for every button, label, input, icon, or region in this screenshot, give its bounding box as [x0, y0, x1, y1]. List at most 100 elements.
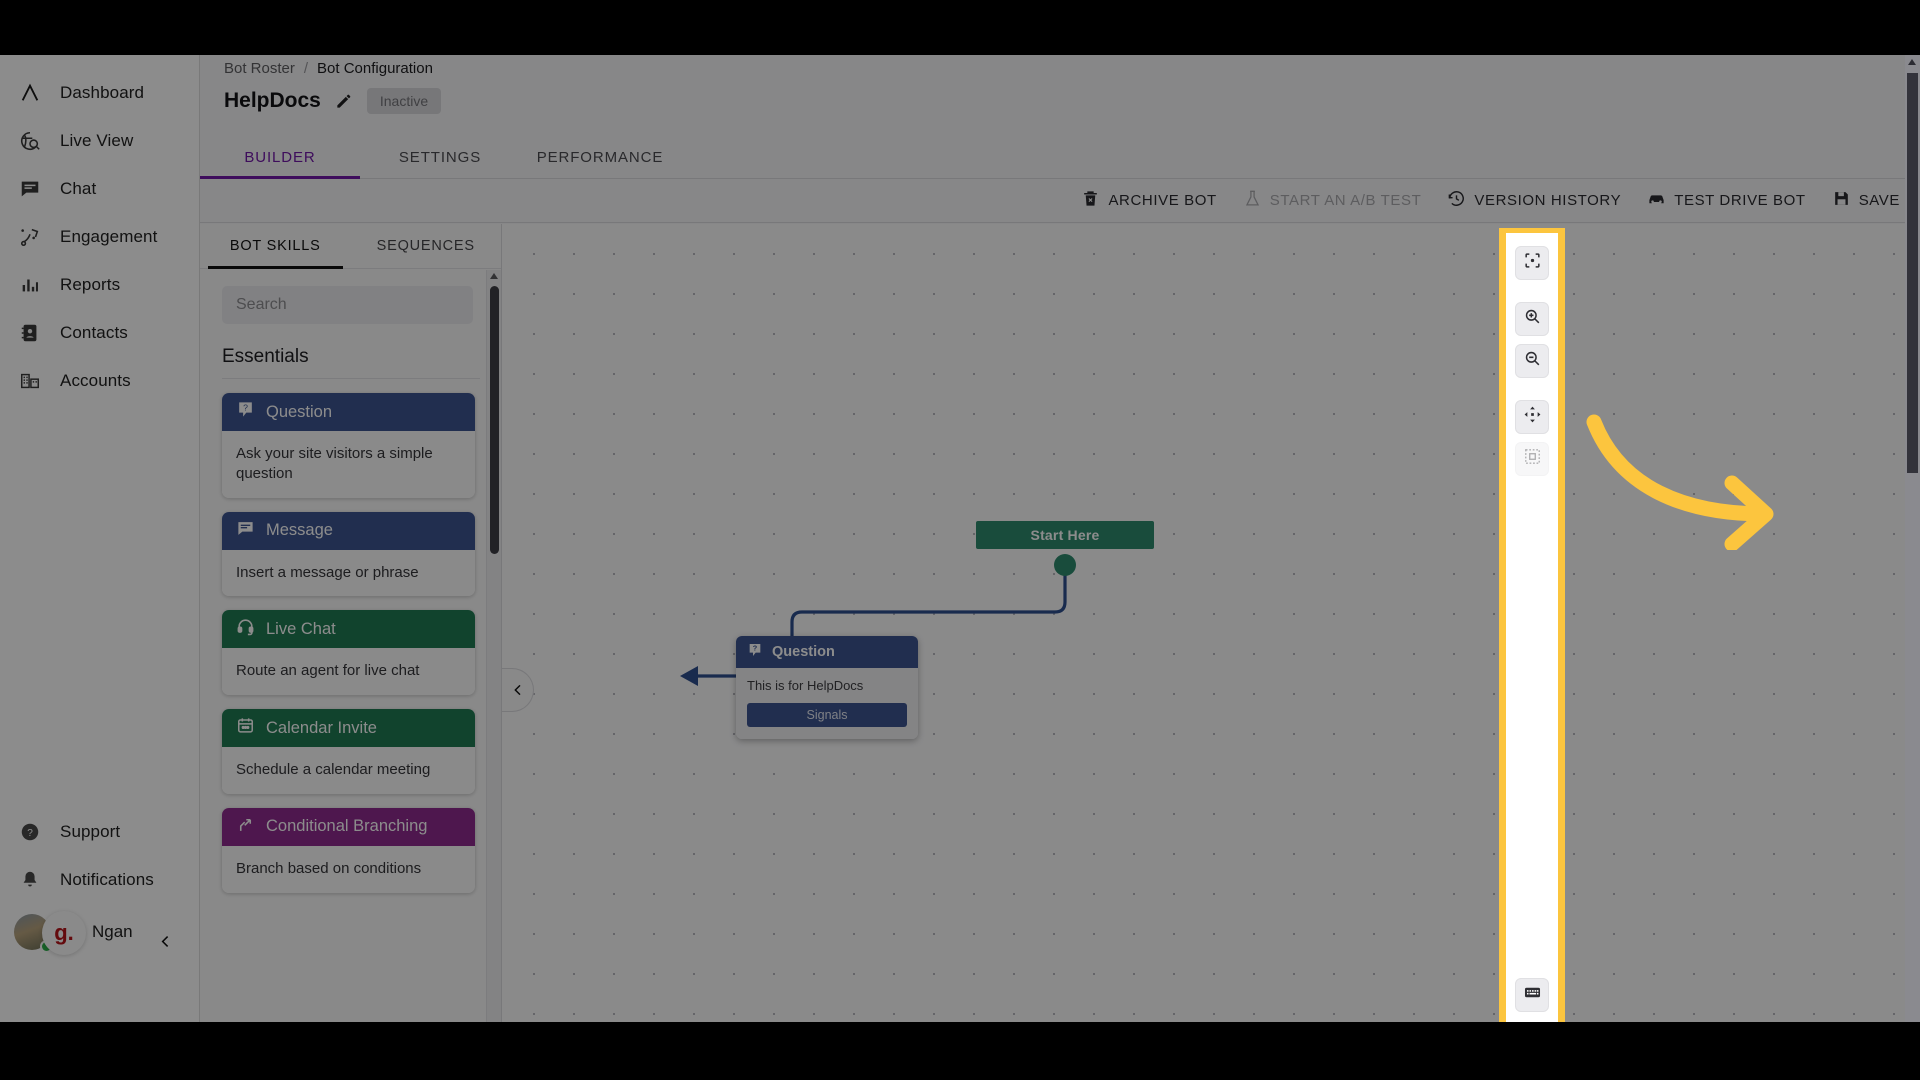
skill-card-header: Message [222, 511, 475, 550]
sidebar-label: Live View [60, 131, 134, 150]
grammarly-badge-icon[interactable]: g. [42, 911, 86, 955]
sidebar-collapse-button[interactable] [152, 928, 178, 954]
user-name: Ngan [92, 922, 133, 941]
scrollbar-thumb[interactable] [490, 286, 499, 554]
sidebar-label: Dashboard [60, 83, 145, 102]
svg-text:?: ? [243, 402, 248, 412]
sidebar-item-dashboard[interactable]: Dashboard [0, 69, 199, 117]
sidebar-item-notifications[interactable]: Notifications [0, 856, 200, 904]
node-question-body: This is for HelpDocs Signals [736, 668, 918, 739]
page-scrollbar[interactable] [1905, 55, 1920, 1022]
zoom-in-icon [1523, 307, 1542, 331]
sidebar-label: Reports [60, 275, 121, 294]
zoom-in-button[interactable] [1515, 302, 1549, 336]
flow-canvas[interactable]: Start Here ? Question This is for HelpDo… [502, 224, 1920, 1022]
node-question-signals-button[interactable]: Signals [747, 703, 907, 727]
toolbar-label: START AN A/B TEST [1269, 192, 1422, 209]
scrollbar-thumb[interactable] [1907, 73, 1918, 473]
zoom-out-button[interactable] [1515, 344, 1549, 378]
trash-icon [1081, 189, 1100, 212]
search-input[interactable] [222, 286, 473, 324]
skill-card-question[interactable]: ? Question Ask your site visitors a simp… [222, 393, 475, 498]
start-ab-test-button[interactable]: START AN A/B TEST [1243, 189, 1422, 212]
keyboard-icon [1523, 983, 1542, 1007]
skill-card-header: ? Question [222, 393, 475, 431]
scroll-up-arrow-icon[interactable] [490, 273, 498, 279]
tab-settings[interactable]: SETTINGS [360, 137, 520, 178]
zoom-out-icon [1523, 349, 1542, 373]
focus-target-icon [1523, 251, 1542, 275]
node-start-label: Start Here [1030, 527, 1100, 543]
letterbox-bottom [0, 1022, 1920, 1080]
logo-a-icon [18, 81, 42, 105]
pencil-icon[interactable] [334, 91, 354, 111]
fit-to-screen-button[interactable] [1515, 246, 1549, 280]
breadcrumb-parent[interactable]: Bot Roster [224, 60, 295, 77]
save-button[interactable]: SAVE [1832, 189, 1900, 212]
version-history-button[interactable]: VERSION HISTORY [1447, 189, 1621, 212]
archive-bot-button[interactable]: ARCHIVE BOT [1081, 189, 1216, 212]
sidebar-label: Support [60, 822, 121, 841]
application-root: Dashboard Live View Chat Engagement Repo… [0, 55, 1920, 1022]
scroll-up-arrow-icon[interactable] [1908, 59, 1916, 65]
accounts-icon [18, 369, 42, 393]
test-drive-bot-button[interactable]: TEST DRIVE BOT [1647, 189, 1805, 212]
sidebar-item-contacts[interactable]: Contacts [0, 309, 199, 357]
sidebar-item-live-view[interactable]: Live View [0, 117, 199, 165]
question-badge-icon: ? [747, 642, 763, 662]
page-title: HelpDocs [224, 89, 321, 112]
sidebar-item-chat[interactable]: Chat [0, 165, 199, 213]
sidebar-item-support[interactable]: ? Support [0, 808, 200, 856]
skills-panel-scrollbar[interactable] [486, 270, 501, 1022]
skill-card-description: Branch based on conditions [222, 845, 475, 893]
breadcrumb-separator: / [303, 60, 309, 77]
sidebar-label: Contacts [60, 323, 128, 342]
toolbar-label: TEST DRIVE BOT [1674, 192, 1806, 209]
reports-icon [18, 273, 42, 297]
calendar-icon [236, 716, 255, 740]
select-region-button[interactable] [1515, 442, 1549, 476]
pan-mode-button[interactable] [1515, 400, 1549, 434]
engagement-icon [18, 225, 42, 249]
svg-text:?: ? [27, 828, 33, 839]
skill-card-title: Question [266, 402, 333, 421]
node-question-title: Question [772, 644, 835, 660]
breadcrumb: Bot Roster / Bot Configuration [224, 60, 433, 77]
skill-card-live-chat[interactable]: Live Chat Route an agent for live chat [222, 610, 475, 696]
tab-bot-skills[interactable]: BOT SKILLS [200, 224, 351, 269]
tab-builder[interactable]: BUILDER [200, 137, 360, 179]
skill-card-message[interactable]: Message Insert a message or phrase [222, 511, 475, 597]
page-tabs: BUILDER SETTINGS PERFORMANCE [200, 137, 1920, 179]
node-question[interactable]: ? Question This is for HelpDocs Signals [736, 636, 918, 739]
sidebar-label: Engagement [60, 227, 158, 246]
skill-card-description: Insert a message or phrase [222, 549, 475, 597]
skill-card-calendar-invite[interactable]: Calendar Invite Schedule a calendar meet… [222, 709, 475, 794]
toolbar-label: SAVE [1858, 192, 1900, 209]
skill-card-header: Conditional Branching [222, 807, 475, 846]
headset-icon [236, 617, 255, 641]
skill-card-title: Calendar Invite [266, 718, 377, 737]
message-icon [236, 519, 255, 543]
floppy-disk-icon [1832, 189, 1851, 212]
node-start-here[interactable]: Start Here [976, 521, 1154, 549]
canvas-toolbar-bottom-group [1515, 978, 1549, 1022]
flask-icon [1243, 189, 1262, 212]
skill-card-header: Calendar Invite [222, 709, 475, 748]
section-title: Essentials [222, 346, 480, 379]
question-badge-icon: ? [236, 400, 255, 424]
status-badge: Inactive [366, 88, 442, 114]
node-start-output-port[interactable] [1054, 554, 1076, 576]
skill-card-conditional-branching[interactable]: Conditional Branching Branch based on co… [222, 807, 475, 893]
toolbar-label: ARCHIVE BOT [1108, 192, 1217, 209]
sidebar-item-accounts[interactable]: Accounts [0, 357, 199, 405]
keyboard-shortcuts-button[interactable] [1515, 978, 1549, 1012]
flow-edges [680, 563, 1067, 686]
canvas-toolbar [1506, 233, 1558, 1022]
move-arrows-icon [1523, 405, 1542, 429]
sidebar-item-reports[interactable]: Reports [0, 261, 199, 309]
sidebar-item-engagement[interactable]: Engagement [0, 213, 199, 261]
tab-sequences[interactable]: SEQUENCES [351, 224, 502, 268]
dashed-select-icon [1523, 447, 1542, 471]
node-question-header: ? Question [736, 636, 918, 668]
tab-performance[interactable]: PERFORMANCE [520, 137, 680, 178]
